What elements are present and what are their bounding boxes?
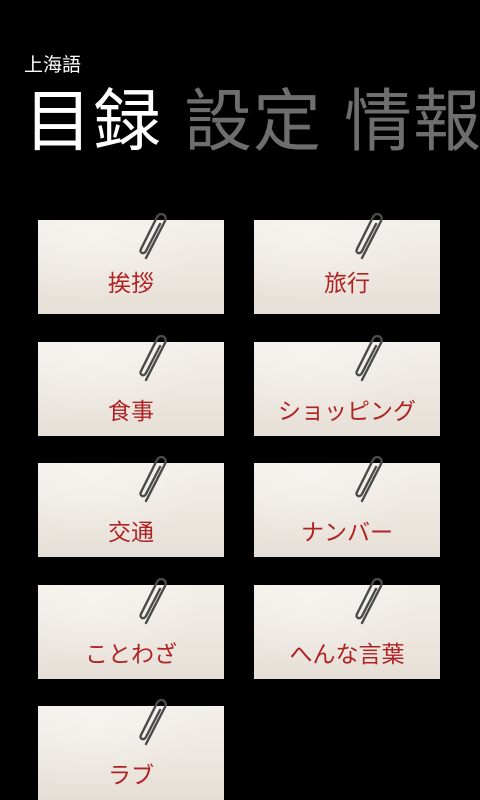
category-tile-transport[interactable]: 交通: [38, 455, 224, 557]
paperclip-icon: [355, 455, 383, 503]
category-tile-greetings[interactable]: 挨拶: [38, 212, 224, 314]
category-label: ことわざ: [85, 642, 177, 668]
category-tile-numbers[interactable]: ナンバー: [254, 455, 440, 557]
paperclip-icon: [139, 212, 167, 260]
category-grid: 挨拶 旅行 食事 ショッピング 交通 ナンバー ことわざ へんな言葉 ラブ: [0, 0, 480, 800]
paperclip-icon: [139, 455, 167, 503]
paperclip-icon: [355, 334, 383, 382]
category-tile-travel[interactable]: 旅行: [254, 212, 440, 314]
note-paper: [254, 220, 440, 314]
category-label: 交通: [108, 520, 154, 546]
category-label: 食事: [108, 399, 154, 425]
category-tile-love[interactable]: ラブ: [38, 698, 224, 800]
paperclip-icon: [355, 577, 383, 625]
category-label: ナンバー: [301, 520, 393, 546]
paperclip-icon: [139, 334, 167, 382]
category-label: へんな言葉: [289, 642, 405, 668]
category-tile-proverbs[interactable]: ことわざ: [38, 577, 224, 679]
category-tile-shopping[interactable]: ショッピング: [254, 334, 440, 436]
category-label: 旅行: [324, 271, 370, 297]
note-paper: [38, 220, 224, 314]
category-label: ショッピング: [278, 399, 416, 425]
paperclip-icon: [139, 577, 167, 625]
category-label: ラブ: [108, 763, 154, 789]
paperclip-icon: [139, 698, 167, 746]
category-label: 挨拶: [108, 271, 154, 297]
category-tile-strange-words[interactable]: へんな言葉: [254, 577, 440, 679]
category-tile-meals[interactable]: 食事: [38, 334, 224, 436]
paperclip-icon: [355, 212, 383, 260]
